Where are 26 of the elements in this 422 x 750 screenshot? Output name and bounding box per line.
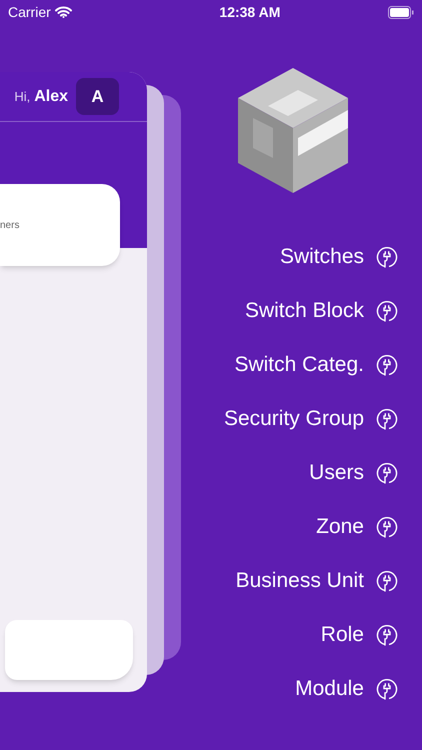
menu-item[interactable]: Module [295, 662, 398, 716]
menu-item[interactable]: Switches [280, 230, 398, 284]
menu-item[interactable]: Security Group [224, 392, 398, 446]
wifi-icon [54, 6, 72, 18]
plug-icon [376, 300, 398, 322]
carrier-label: Carrier [8, 2, 51, 22]
plug-icon [376, 462, 398, 484]
menu-item[interactable]: Role [320, 608, 398, 662]
plug-icon [376, 516, 398, 538]
plug-icon [376, 408, 398, 430]
plug-icon [376, 354, 398, 376]
menu-item[interactable]: Zone [316, 500, 398, 554]
user-name: Alex [34, 86, 68, 106]
summary-text: ners [0, 218, 20, 232]
menu-item[interactable]: Switch Block [244, 284, 398, 338]
greeting-label: Hi, [14, 88, 30, 106]
avatar[interactable]: A [76, 78, 119, 115]
plug-icon [376, 678, 398, 700]
clock-time: 12:38 AM [219, 2, 280, 22]
menu-item[interactable]: Business Unit [236, 554, 398, 608]
plug-icon [376, 570, 398, 592]
plug-icon [376, 246, 398, 268]
battery-icon [388, 6, 414, 18]
plug-icon [376, 624, 398, 646]
menu-item[interactable]: Users [309, 446, 398, 500]
menu-item[interactable]: Switch Categ. [234, 338, 398, 392]
